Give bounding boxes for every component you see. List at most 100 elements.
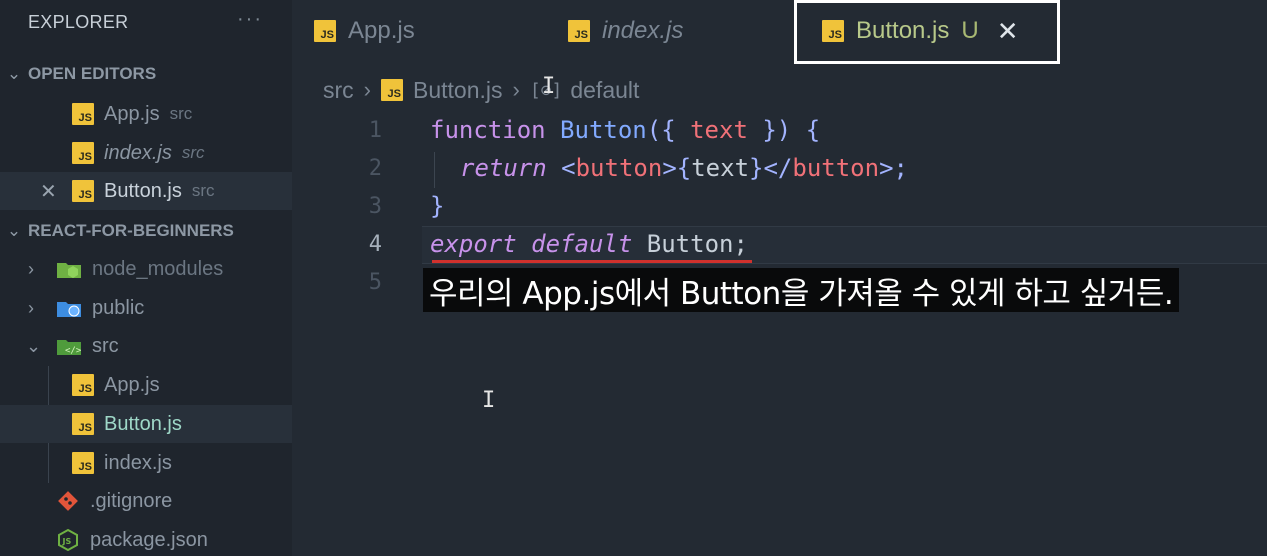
error-underline bbox=[432, 260, 752, 263]
jsx-tag: button bbox=[575, 154, 663, 182]
chevron-down-icon: ⌄ bbox=[6, 221, 22, 240]
keyword: default bbox=[531, 230, 633, 258]
tree-label: App.js bbox=[104, 373, 160, 396]
chevron-right-icon: › bbox=[28, 297, 34, 318]
breadcrumb-file[interactable]: Button.js bbox=[413, 77, 503, 104]
tree-folder[interactable]: › node_modules bbox=[0, 250, 292, 288]
breadcrumb-symbol[interactable]: default bbox=[570, 77, 639, 104]
git-icon bbox=[58, 491, 78, 511]
tab-app-js[interactable]: JS App.js bbox=[314, 0, 415, 62]
code-line[interactable]: } bbox=[430, 192, 444, 220]
keyword: function bbox=[430, 116, 546, 144]
js-file-icon: JS bbox=[72, 142, 94, 164]
open-editor-item[interactable]: JS App.js src bbox=[0, 95, 292, 133]
chevron-right-icon: › bbox=[28, 258, 34, 279]
open-editor-label: App.js bbox=[104, 102, 160, 125]
breadcrumb-folder[interactable]: src bbox=[323, 77, 354, 104]
close-icon[interactable]: ✕ bbox=[40, 179, 57, 204]
open-editor-item[interactable]: JS index.js src bbox=[0, 134, 292, 172]
identifier: Button bbox=[646, 230, 734, 258]
chevron-right-icon: › bbox=[363, 77, 371, 102]
node-folder-icon bbox=[57, 263, 81, 278]
punctuation: }) bbox=[762, 116, 792, 144]
line-number: 3 bbox=[368, 194, 382, 219]
keyword: export bbox=[430, 230, 517, 258]
js-file-icon: JS bbox=[314, 20, 336, 42]
js-file-icon: JS bbox=[72, 374, 94, 396]
code-line[interactable]: return <button>{text}</button>; bbox=[460, 154, 908, 182]
chevron-down-icon: ⌄ bbox=[26, 335, 42, 356]
parameter: text bbox=[690, 116, 748, 144]
video-subtitle: 우리의 App.js에서 Button을 가져올 수 있게 하고 싶거든. bbox=[423, 268, 1180, 312]
explorer-title: EXPLORER bbox=[28, 12, 129, 32]
punctuation: { bbox=[805, 116, 821, 144]
open-editor-desc: src bbox=[169, 104, 193, 123]
tree-file-active[interactable]: JS Button.js bbox=[0, 405, 292, 443]
open-editor-item-active[interactable]: ✕ JS Button.js src bbox=[0, 172, 292, 210]
tree-folder-open[interactable]: ⌄ </> src bbox=[0, 327, 292, 365]
tree-label: index.js bbox=[104, 451, 172, 474]
punctuation: } bbox=[749, 154, 764, 182]
open-editor-desc: src bbox=[181, 143, 205, 162]
js-file-icon: JS bbox=[381, 79, 403, 101]
punctuation: ; bbox=[733, 230, 748, 258]
text-cursor-icon: I bbox=[482, 388, 496, 413]
tab-highlight-box bbox=[794, 0, 1060, 64]
tab-index-js[interactable]: JS index.js bbox=[568, 0, 683, 62]
breadcrumb: src › JS Button.js › [⊘] default bbox=[323, 74, 639, 106]
tree-file[interactable]: JS package.json bbox=[0, 521, 292, 556]
line-number: 1 bbox=[368, 118, 382, 143]
punctuation: } bbox=[430, 192, 445, 220]
chevron-right-icon: › bbox=[512, 77, 520, 102]
function-name: Button bbox=[560, 116, 647, 144]
tree-label: public bbox=[92, 296, 145, 319]
more-actions-icon[interactable]: ··· bbox=[237, 8, 263, 31]
project-title: REACT-FOR-BEGINNERS bbox=[28, 221, 234, 240]
js-file-icon: JS bbox=[72, 103, 94, 125]
tree-folder[interactable]: › public bbox=[0, 289, 292, 327]
tree-file[interactable]: JS App.js bbox=[0, 366, 292, 404]
punctuation: ({ bbox=[646, 116, 676, 144]
open-editor-label: index.js bbox=[104, 141, 172, 164]
code-line[interactable]: function Button({ text }) { bbox=[430, 116, 820, 144]
chevron-down-icon: ⌄ bbox=[6, 64, 22, 83]
tree-label: node_modules bbox=[92, 257, 224, 280]
public-folder-icon bbox=[57, 302, 81, 317]
open-editors-title: OPEN EDITORS bbox=[28, 64, 157, 83]
punctuation: </ bbox=[763, 154, 793, 182]
svg-text:</>: </> bbox=[65, 346, 82, 356]
js-file-icon: JS bbox=[72, 413, 94, 435]
line-number: 5 bbox=[368, 270, 382, 295]
text-cursor-icon: I bbox=[542, 74, 556, 99]
tree-label: src bbox=[92, 334, 119, 357]
src-folder-icon: </> bbox=[57, 340, 82, 356]
tree-file[interactable]: .gitignore bbox=[0, 482, 292, 520]
keyword: return bbox=[460, 154, 547, 182]
tree-file[interactable]: JS index.js bbox=[0, 444, 292, 482]
open-editor-desc: src bbox=[191, 181, 215, 200]
js-file-icon: JS bbox=[72, 180, 94, 202]
js-file-icon: JS bbox=[72, 452, 94, 474]
project-section[interactable]: ⌄ REACT-FOR-BEGINNERS bbox=[0, 214, 292, 248]
tree-label: Button.js bbox=[104, 412, 182, 435]
explorer-sidebar: EXPLORER ··· ⌄ OPEN EDITORS JS App.js sr… bbox=[0, 0, 292, 556]
js-file-icon: JS bbox=[568, 20, 590, 42]
punctuation: < bbox=[561, 154, 576, 182]
nodejs-icon: JS bbox=[58, 528, 78, 552]
tree-label: package.json bbox=[90, 528, 208, 551]
punctuation: { bbox=[676, 154, 692, 182]
svg-text:JS: JS bbox=[62, 537, 72, 546]
open-editors-section[interactable]: ⌄ OPEN EDITORS bbox=[0, 57, 292, 91]
line-number: 4 bbox=[368, 232, 382, 257]
open-editor-label: Button.js bbox=[104, 179, 182, 202]
punctuation: > bbox=[662, 154, 677, 182]
punctuation: >; bbox=[879, 154, 908, 182]
code-line[interactable]: export default Button; bbox=[430, 230, 748, 258]
tab-label: App.js bbox=[348, 17, 415, 44]
jsx-tag: button bbox=[792, 154, 880, 182]
tab-label: index.js bbox=[602, 17, 684, 44]
tree-label: .gitignore bbox=[90, 489, 173, 512]
indent-guide bbox=[434, 152, 435, 188]
identifier: text bbox=[691, 154, 750, 182]
line-number: 2 bbox=[368, 156, 382, 181]
